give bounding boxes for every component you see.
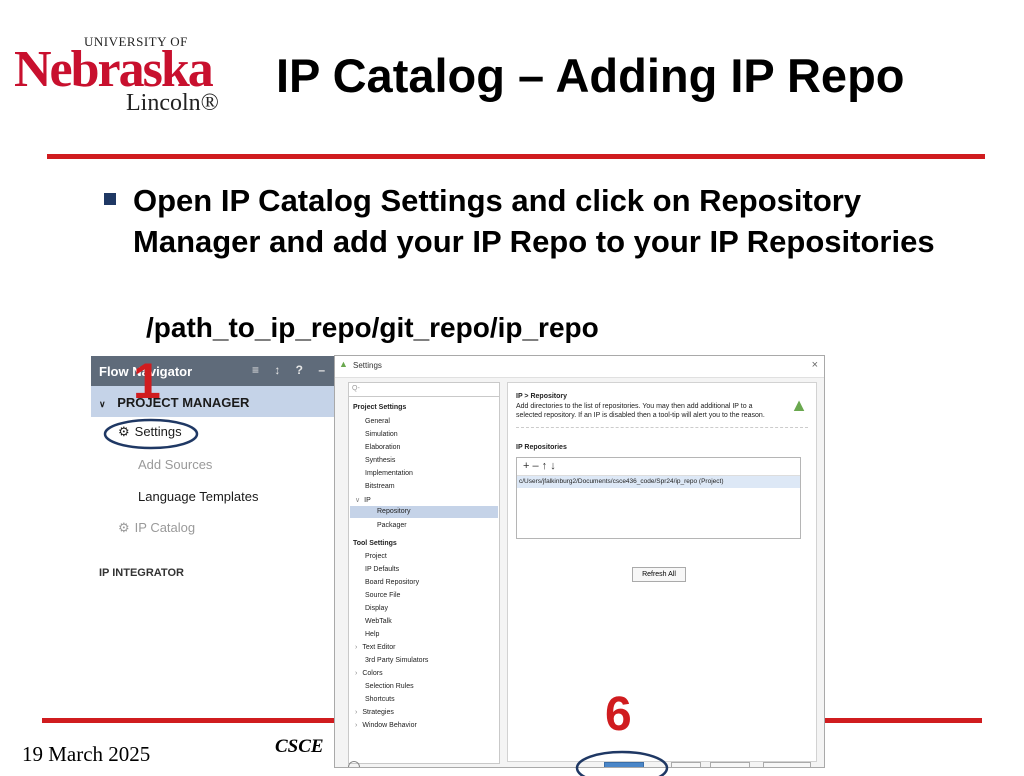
chevron-down-icon: ∨	[355, 497, 361, 504]
tree-item-webtalk[interactable]: WebTalk	[365, 618, 392, 625]
tree-item-colors-label: Colors	[362, 670, 383, 677]
flow-navigator-tools[interactable]: ≡ ↕ ? –	[252, 363, 331, 377]
repository-description: Add directories to the list of repositor…	[516, 403, 765, 419]
tree-item-display[interactable]: Display	[365, 605, 388, 612]
logo-city: Lincoln®	[126, 90, 219, 116]
chevron-right-icon: ›	[355, 670, 358, 677]
tree-item-text-editor[interactable]: › Text Editor	[355, 644, 395, 651]
bullet-marker	[104, 193, 116, 205]
ip-integrator-section[interactable]: IP INTEGRATOR	[99, 567, 184, 576]
settings-highlight-circle	[103, 418, 199, 450]
settings-dialog-title: Settings	[353, 361, 382, 370]
footer-date: 19 March 2025	[22, 742, 151, 766]
step-1-label: 1	[133, 353, 161, 409]
tree-item-window-behavior[interactable]: › Window Behavior	[355, 722, 417, 729]
repo-path-text: /path_to_ip_repo/git_repo/ip_repo	[146, 312, 599, 343]
tree-item-elaboration[interactable]: Elaboration	[365, 444, 400, 451]
tree-item-ip-defaults[interactable]: IP Defaults	[365, 566, 399, 573]
tree-item-project[interactable]: Project	[365, 553, 387, 560]
top-divider	[47, 154, 985, 159]
bullet-text: Open IP Catalog Settings and click on Re…	[133, 183, 935, 259]
tree-item-shortcuts[interactable]: Shortcuts	[365, 696, 395, 703]
tree-item-ip[interactable]: ∨ IP	[355, 496, 371, 504]
chevron-right-icon: ›	[355, 722, 358, 729]
ip-catalog-item[interactable]: ⚙ IP Catalog	[118, 520, 195, 536]
repo-toolbar[interactable]: + – ↑ ↓	[517, 458, 800, 476]
tree-item-3rd-party-simulators[interactable]: 3rd Party Simulators	[365, 657, 428, 664]
cancel-button[interactable]	[671, 762, 701, 767]
flow-navigator-panel: Flow Navigator ≡ ↕ ? – ∨ PROJECT MANAGER…	[91, 356, 337, 576]
tree-item-ip-label: IP	[364, 497, 371, 504]
settings-tree: Q- Project Settings General Simulation E…	[348, 382, 500, 764]
chevron-right-icon: ›	[355, 709, 358, 716]
project-manager-section[interactable]: ∨ PROJECT MANAGER	[91, 386, 337, 417]
vivado-icon: ▲	[339, 359, 348, 369]
tree-item-selection-rules[interactable]: Selection Rules	[365, 683, 414, 690]
tree-item-strategies[interactable]: › Strategies	[355, 709, 394, 716]
vivado-logo-icon: ▲	[790, 395, 808, 415]
settings-dialog: ▲ Settings × Q- Project Settings General…	[334, 355, 825, 768]
refresh-all-button[interactable]: Refresh All	[632, 567, 686, 582]
tree-item-board-repository[interactable]: Board Repository	[365, 579, 419, 586]
settings-breadcrumb: IP > Repository	[516, 393, 568, 400]
chevron-right-icon: ›	[355, 644, 358, 651]
unl-logo: UNIVERSITY OF Nebraska Lincoln®	[14, 30, 219, 120]
restore-button[interactable]	[763, 762, 811, 767]
repo-list-row[interactable]: c/Users/jfalkinburg2/Documents/csce436_c…	[517, 476, 800, 488]
tree-item-packager[interactable]: Packager	[377, 522, 407, 529]
ok-highlight-circle	[575, 750, 669, 776]
tree-item-repository[interactable]: Repository	[350, 506, 498, 518]
tree-item-colors[interactable]: › Colors	[355, 670, 383, 677]
tool-settings-header: Tool Settings	[353, 540, 397, 547]
apply-button[interactable]	[710, 762, 750, 767]
ip-repositories-label: IP Repositories	[516, 444, 567, 451]
footer-course: CSCE	[275, 736, 324, 757]
repository-settings-pane: IP > Repository Add directories to the l…	[507, 382, 817, 762]
ip-repositories-list: + – ↑ ↓ c/Users/jfalkinburg2/Documents/c…	[516, 457, 801, 539]
tree-item-strategies-label: Strategies	[362, 709, 394, 716]
help-icon[interactable]	[348, 761, 360, 767]
chevron-down-icon: ∨	[99, 399, 106, 409]
close-icon[interactable]: ×	[812, 359, 818, 371]
tree-item-source-file[interactable]: Source File	[365, 592, 400, 599]
tree-item-simulation[interactable]: Simulation	[365, 431, 398, 438]
tree-item-bitstream[interactable]: Bitstream	[365, 483, 395, 490]
tree-item-general[interactable]: General	[365, 418, 390, 425]
dashed-separator	[516, 427, 808, 428]
tree-item-text-editor-label: Text Editor	[362, 644, 396, 651]
project-settings-header: Project Settings	[353, 404, 407, 411]
tree-item-help[interactable]: Help	[365, 631, 379, 638]
tree-item-window-behavior-label: Window Behavior	[362, 722, 417, 729]
tree-item-implementation[interactable]: Implementation	[365, 470, 413, 477]
tree-item-repository-label: Repository	[377, 508, 411, 515]
settings-dialog-titlebar: ▲ Settings ×	[335, 356, 824, 378]
flow-navigator-header: Flow Navigator ≡ ↕ ? –	[91, 356, 337, 386]
ip-catalog-icon: ⚙	[118, 520, 130, 535]
language-templates-item[interactable]: Language Templates	[138, 489, 258, 504]
step-6-label: 6	[605, 688, 632, 741]
ip-catalog-label: IP Catalog	[134, 520, 196, 535]
add-sources-item[interactable]: Add Sources	[138, 457, 212, 472]
slide-title: IP Catalog – Adding IP Repo	[276, 49, 905, 102]
settings-search-input[interactable]: Q-	[349, 383, 499, 397]
tree-item-synthesis[interactable]: Synthesis	[365, 457, 395, 464]
